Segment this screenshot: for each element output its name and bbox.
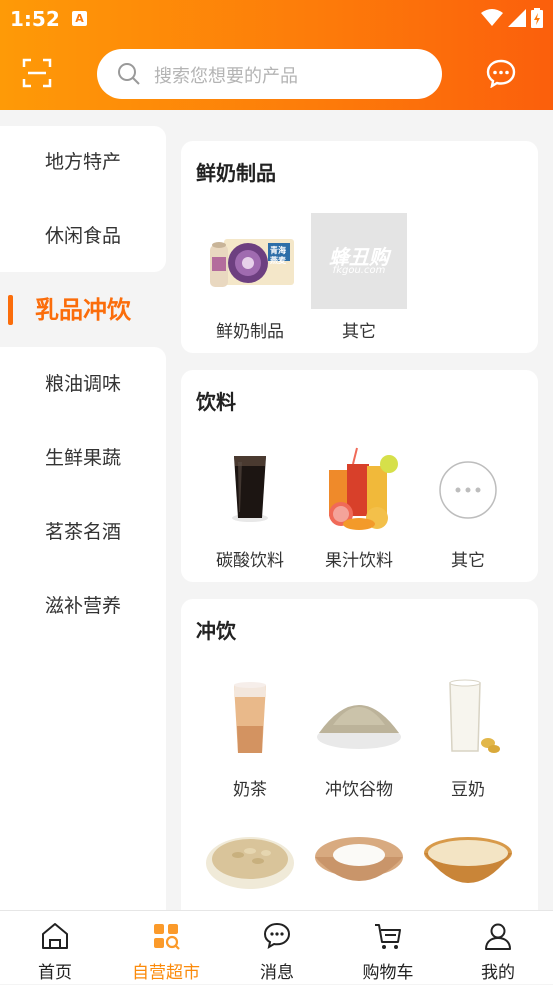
- tab-label: 首页: [38, 963, 72, 983]
- sidebar-item-snacks[interactable]: 休闲食品: [0, 206, 166, 266]
- sidebar-item-nutrition[interactable]: 滋补营养: [0, 576, 166, 636]
- cola-glass-image: [202, 442, 298, 538]
- signal-icon: [508, 9, 526, 27]
- cart-icon: [375, 924, 401, 949]
- category-sidebar: 地方特产 休闲食品 乳品冲饮 粮油调味 生鲜果蔬 茗茶名酒 滋补营养: [0, 110, 166, 910]
- sidebar-item-fresh-produce[interactable]: 生鲜果蔬: [0, 428, 166, 488]
- tab-supermarket[interactable]: 自营超市: [111, 911, 221, 985]
- milk-tea-image: [202, 671, 298, 767]
- status-bar: 1:52 A: [0, 0, 553, 38]
- status-icons: [481, 8, 543, 28]
- placeholder-image: 蜂丑购 fkgou.com: [311, 213, 407, 309]
- section-title: 鲜奶制品: [196, 161, 276, 185]
- tab-home[interactable]: 首页: [0, 911, 110, 985]
- product-oats[interactable]: [200, 823, 300, 919]
- user-icon: [485, 923, 511, 950]
- product-label: 豆奶: [451, 780, 485, 800]
- product-label: 鲜奶制品: [216, 322, 284, 342]
- search-icon: [118, 63, 140, 85]
- sidebar-item-local-specialty[interactable]: 地方特产: [0, 132, 166, 192]
- home-icon: [42, 923, 68, 949]
- product-label: 奶茶: [233, 780, 267, 800]
- status-time: 1:52: [10, 7, 60, 31]
- tab-label: 购物车: [362, 963, 414, 983]
- product-juice[interactable]: 果汁饮料: [309, 442, 409, 571]
- grain-powder-image: [311, 671, 407, 767]
- chat-icon[interactable]: [486, 58, 516, 88]
- bottom-tab-bar: 首页 自营超市 消息 购物车 我的: [0, 910, 553, 984]
- product-rice-paste[interactable]: [418, 823, 518, 919]
- image-text: fkgou.com: [332, 265, 386, 276]
- product-label: 其它: [451, 551, 485, 571]
- search-placeholder: 搜索您想要的产品: [154, 66, 298, 87]
- section-title: 冲饮: [196, 619, 236, 643]
- product-label: 果汁饮料: [325, 551, 393, 571]
- product-soy-milk[interactable]: 豆奶: [418, 671, 518, 800]
- sidebar-item-grain-oil[interactable]: 粮油调味: [0, 354, 166, 414]
- image-text: 燕麦: [270, 256, 286, 265]
- product-other-beverage[interactable]: 其它: [418, 442, 518, 571]
- product-carbonated[interactable]: 碳酸饮料: [200, 442, 300, 571]
- scan-icon[interactable]: [22, 58, 52, 88]
- sidebar-item-dairy-drinks[interactable]: 乳品冲饮: [0, 280, 166, 340]
- tab-label: 我的: [481, 963, 515, 983]
- tab-label: 消息: [260, 963, 294, 983]
- product-label: 碳酸饮料: [216, 551, 284, 571]
- notification-icon: A: [72, 11, 87, 26]
- sidebar-item-tea-wine[interactable]: 茗茶名酒: [0, 502, 166, 562]
- supermarket-icon: [154, 924, 180, 950]
- wifi-icon: [481, 9, 503, 26]
- flour-bowl-image: [311, 823, 407, 919]
- product-label: 其它: [342, 322, 376, 342]
- header: 1:52 A 搜索您想要的产品: [0, 0, 553, 110]
- product-flour[interactable]: [309, 823, 409, 919]
- milk-box-image: 青海 燕麦: [202, 213, 298, 309]
- product-grain-powder[interactable]: 冲饮谷物: [309, 671, 409, 800]
- tab-cart[interactable]: 购物车: [333, 911, 443, 985]
- section-title: 饮料: [196, 390, 236, 414]
- message-icon: [263, 922, 291, 950]
- search-input[interactable]: 搜索您想要的产品: [97, 49, 442, 99]
- product-other-milk[interactable]: 蜂丑购 fkgou.com 其它: [309, 213, 409, 342]
- tab-profile[interactable]: 我的: [443, 911, 553, 985]
- product-fresh-milk[interactable]: 青海 燕麦 鲜奶制品: [200, 213, 300, 342]
- section-instant-drinks: 冲饮 奶茶 冲饮谷物 豆奶: [181, 599, 538, 929]
- section-fresh-milk: 鲜奶制品 青海 燕麦 鲜奶制品 蜂丑购 fkgou.com 其它: [181, 141, 538, 353]
- juice-image: [311, 442, 407, 538]
- more-dots-icon: [420, 442, 516, 538]
- product-milk-tea[interactable]: 奶茶: [200, 671, 300, 800]
- battery-icon: [531, 8, 543, 28]
- section-beverages: 饮料 碳酸饮料 果汁饮料 其它: [181, 370, 538, 582]
- oats-bowl-image: [202, 823, 298, 919]
- tab-label: 自营超市: [132, 963, 200, 983]
- rice-paste-bowl-image: [420, 823, 516, 919]
- tab-messages[interactable]: 消息: [222, 911, 332, 985]
- soy-milk-image: [420, 671, 516, 767]
- product-label: 冲饮谷物: [325, 780, 393, 800]
